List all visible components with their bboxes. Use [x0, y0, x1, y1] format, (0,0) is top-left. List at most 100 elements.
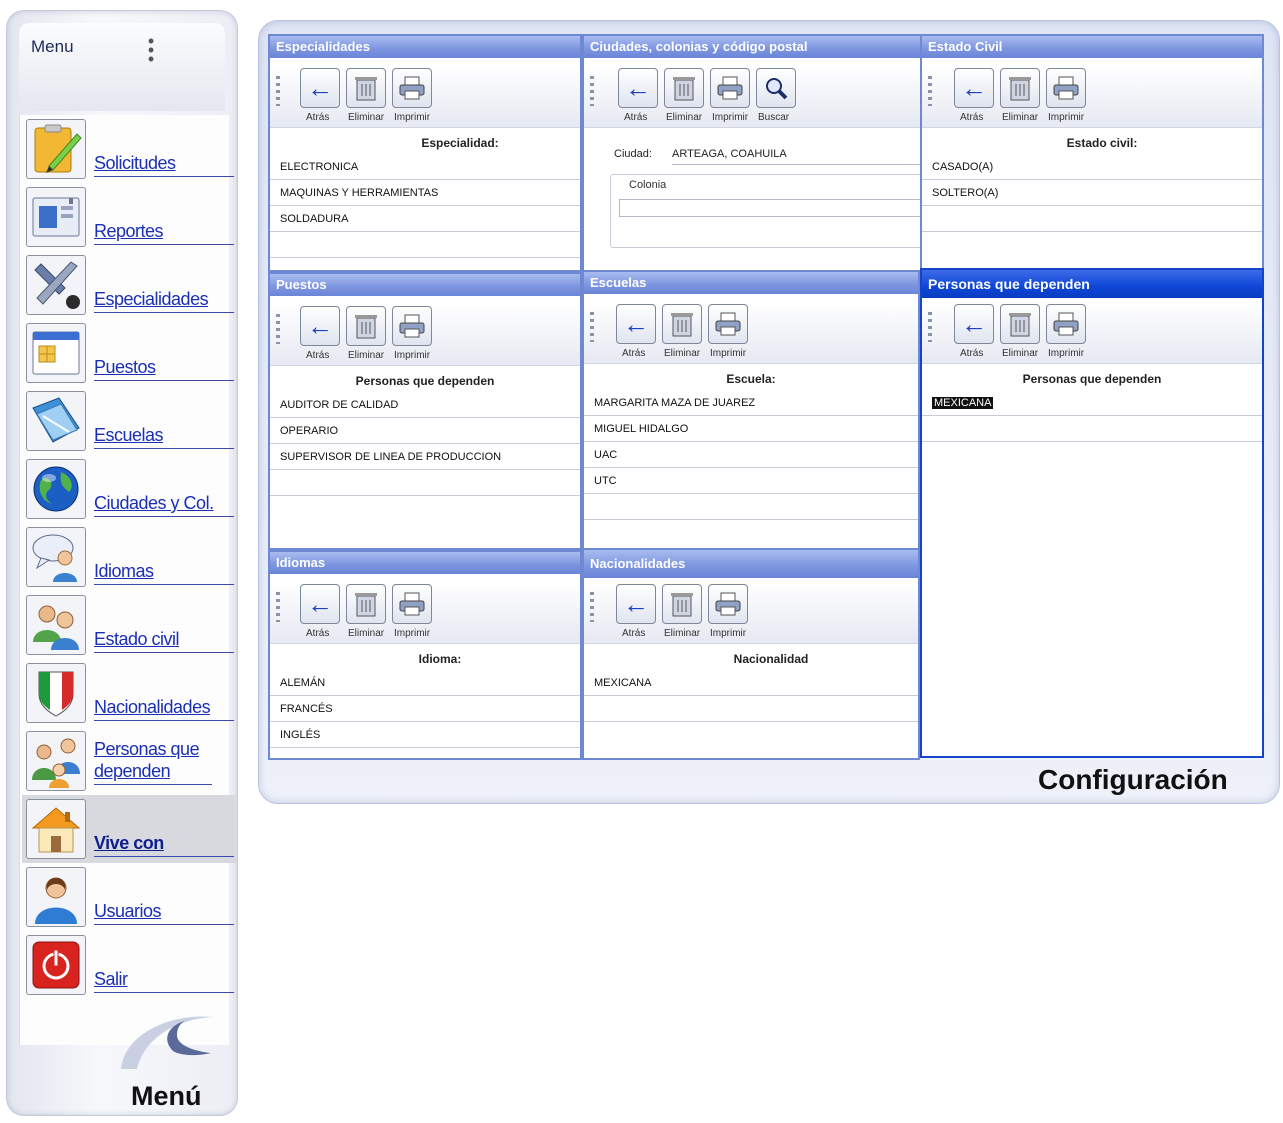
back-label: Atrás: [306, 112, 330, 123]
print-button[interactable]: [1046, 68, 1086, 108]
back-button[interactable]: ←: [300, 68, 340, 108]
panel-title: Ciudades, colonias y código postal: [584, 36, 920, 58]
menu-item-label[interactable]: Salir: [94, 969, 234, 993]
list-item[interactable]: ELECTRONICA: [270, 154, 580, 180]
menu-item-label[interactable]: Usuarios: [94, 901, 234, 925]
print-button[interactable]: [392, 68, 432, 108]
list-item[interactable]: OPERARIO: [270, 418, 580, 444]
menu-item-usuarios[interactable]: Usuarios: [22, 863, 236, 931]
speech-person-icon: [26, 527, 86, 587]
list-item[interactable]: MAQUINAS Y HERRAMIENTAS: [270, 180, 580, 206]
toolbar-grip[interactable]: [276, 592, 280, 622]
back-button[interactable]: ←: [616, 584, 656, 624]
delete-button[interactable]: [346, 584, 386, 624]
list-item[interactable]: ALEMÁN: [270, 670, 580, 696]
menu-item-especialidades[interactable]: Especialidades: [22, 251, 236, 319]
menu-item-estado-civil[interactable]: Estado civil: [22, 591, 236, 659]
list-item[interactable]: MARGARITA MAZA DE JUAREZ: [584, 390, 918, 416]
list-item[interactable]: [922, 416, 1262, 442]
menu-item-label[interactable]: Reportes: [94, 221, 234, 245]
delete-button[interactable]: [1000, 68, 1040, 108]
city-input[interactable]: ARTEAGA, COAHUILA: [672, 148, 920, 165]
delete-button[interactable]: [664, 68, 704, 108]
toolbar-grip[interactable]: [590, 592, 594, 622]
back-button[interactable]: ←: [616, 304, 656, 344]
toolbar-grip[interactable]: [590, 76, 594, 106]
menu-item-nacionalidades[interactable]: Nacionalidades: [22, 659, 236, 727]
list-item[interactable]: [270, 470, 580, 496]
back-button[interactable]: ←: [300, 306, 340, 346]
menu-item-escuelas[interactable]: Escuelas: [22, 387, 236, 455]
list-item[interactable]: SOLTERO(A): [922, 180, 1262, 206]
back-button[interactable]: ←: [954, 304, 994, 344]
back-button[interactable]: ←: [618, 68, 658, 108]
trash-icon: [355, 77, 377, 101]
print-button[interactable]: [1046, 304, 1086, 344]
list-item[interactable]: INGLÉS: [270, 722, 580, 748]
print-button[interactable]: [392, 306, 432, 346]
panel-title: Idiomas: [270, 552, 580, 574]
toolbar-grip[interactable]: [928, 76, 932, 106]
toolbar-grip[interactable]: [590, 312, 594, 342]
menu-options-icon[interactable]: • • •: [147, 32, 155, 68]
list-item[interactable]: SOLDADURA: [270, 206, 580, 232]
list-item[interactable]: [584, 696, 918, 722]
list-item[interactable]: MEXICANA: [922, 390, 1262, 416]
menu-item-label[interactable]: Vive con: [94, 833, 234, 857]
delete-button[interactable]: [346, 306, 386, 346]
list: ALEMÁN FRANCÉS INGLÉS: [270, 670, 580, 748]
search-button[interactable]: [756, 68, 796, 108]
menu-item-salir[interactable]: Salir: [22, 931, 236, 999]
list-item[interactable]: [584, 494, 918, 520]
menu-item-label[interactable]: Escuelas: [94, 425, 234, 449]
toolbar: ← Atrás Eliminar Imprimir: [584, 582, 918, 644]
delete-button[interactable]: [662, 304, 702, 344]
list-item[interactable]: FRANCÉS: [270, 696, 580, 722]
back-button[interactable]: ←: [954, 68, 994, 108]
menu-item-label[interactable]: Especialidades: [94, 289, 234, 313]
menu-item-label[interactable]: Personas que dependen: [94, 738, 212, 785]
menu-item-vive-con[interactable]: Vive con: [22, 795, 236, 863]
colonia-input[interactable]: [619, 199, 920, 217]
back-label: Atrás: [960, 112, 984, 123]
delete-button[interactable]: [662, 584, 702, 624]
list-item[interactable]: MIGUEL HIDALGO: [584, 416, 918, 442]
print-button[interactable]: [710, 68, 750, 108]
menu-item-label[interactable]: Puestos: [94, 357, 234, 381]
list-item[interactable]: AUDITOR DE CALIDAD: [270, 392, 580, 418]
menu-item-label[interactable]: Estado civil: [94, 629, 234, 653]
menu-item-ciudades[interactable]: Ciudades y Col.: [22, 455, 236, 523]
menu-item-idiomas[interactable]: Idiomas: [22, 523, 236, 591]
selected-cell[interactable]: MEXICANA: [932, 397, 994, 409]
print-button[interactable]: [708, 584, 748, 624]
menu-item-label[interactable]: Ciudades y Col.: [94, 493, 234, 517]
list-item[interactable]: MEXICANA: [584, 670, 918, 696]
menu-item-personas-que-dependen[interactable]: Personas que dependen: [22, 727, 236, 795]
list-item[interactable]: SUPERVISOR DE LINEA DE PRODUCCION: [270, 444, 580, 470]
list-item[interactable]: [270, 232, 580, 258]
toolbar-grip[interactable]: [276, 76, 280, 106]
arrow-left-icon: ←: [961, 72, 987, 103]
panel-personas-que-dependen: Personas que dependen ← Atrás Eliminar I…: [920, 268, 1264, 758]
couple-icon: [26, 595, 86, 655]
delete-button[interactable]: [1000, 304, 1040, 344]
toolbar-grip[interactable]: [276, 314, 280, 344]
menu-item-label[interactable]: Idiomas: [94, 561, 234, 585]
back-label: Atrás: [306, 350, 330, 361]
menu-item-puestos[interactable]: Puestos: [22, 319, 236, 387]
print-button[interactable]: [392, 584, 432, 624]
menu-item-label[interactable]: Nacionalidades: [94, 697, 234, 721]
menu-item-solicitudes[interactable]: Solicitudes: [22, 115, 236, 183]
print-button[interactable]: [708, 304, 748, 344]
menu-item-reportes[interactable]: Reportes: [22, 183, 236, 251]
list-item[interactable]: UTC: [584, 468, 918, 494]
list: CASADO(A) SOLTERO(A): [922, 154, 1262, 232]
back-button[interactable]: ←: [300, 584, 340, 624]
list-item[interactable]: UAC: [584, 442, 918, 468]
list-item[interactable]: CASADO(A): [922, 154, 1262, 180]
list-item[interactable]: [922, 206, 1262, 232]
window-report-icon: [26, 187, 86, 247]
delete-button[interactable]: [346, 68, 386, 108]
toolbar-grip[interactable]: [928, 312, 932, 342]
menu-item-label[interactable]: Solicitudes: [94, 153, 234, 177]
